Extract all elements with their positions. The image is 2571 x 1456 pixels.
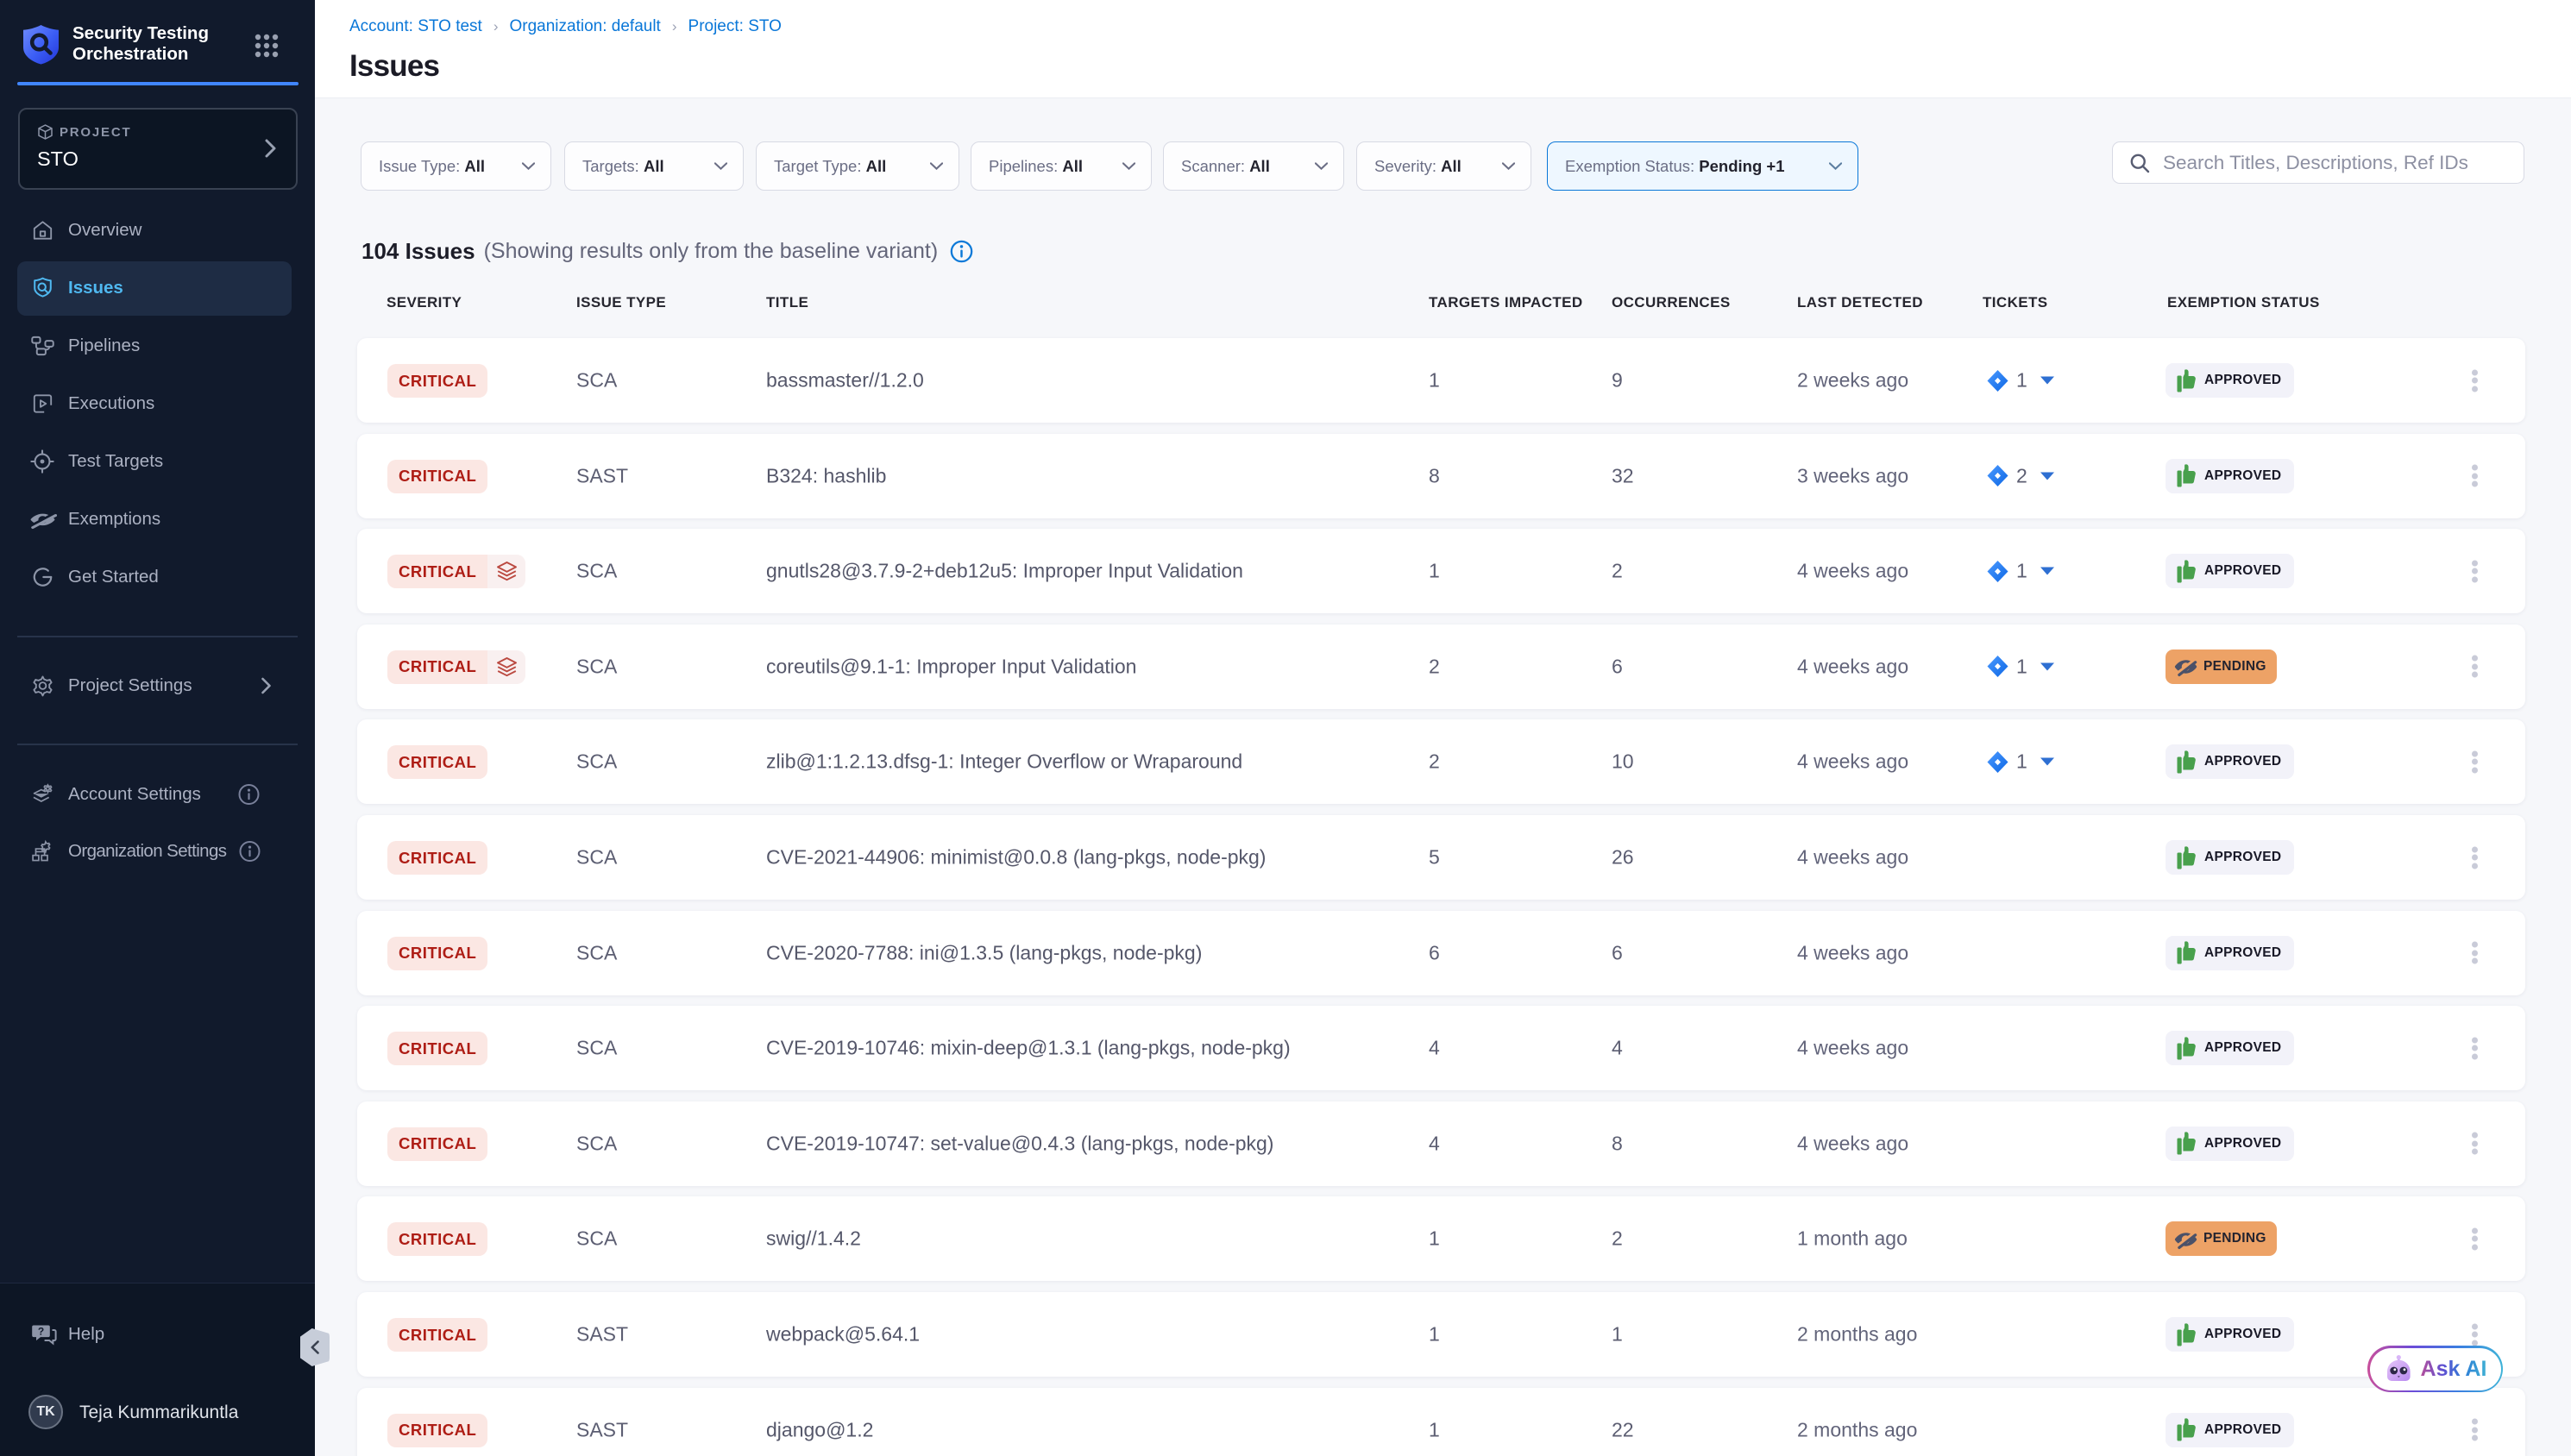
svg-text:?: ? bbox=[38, 1326, 44, 1338]
